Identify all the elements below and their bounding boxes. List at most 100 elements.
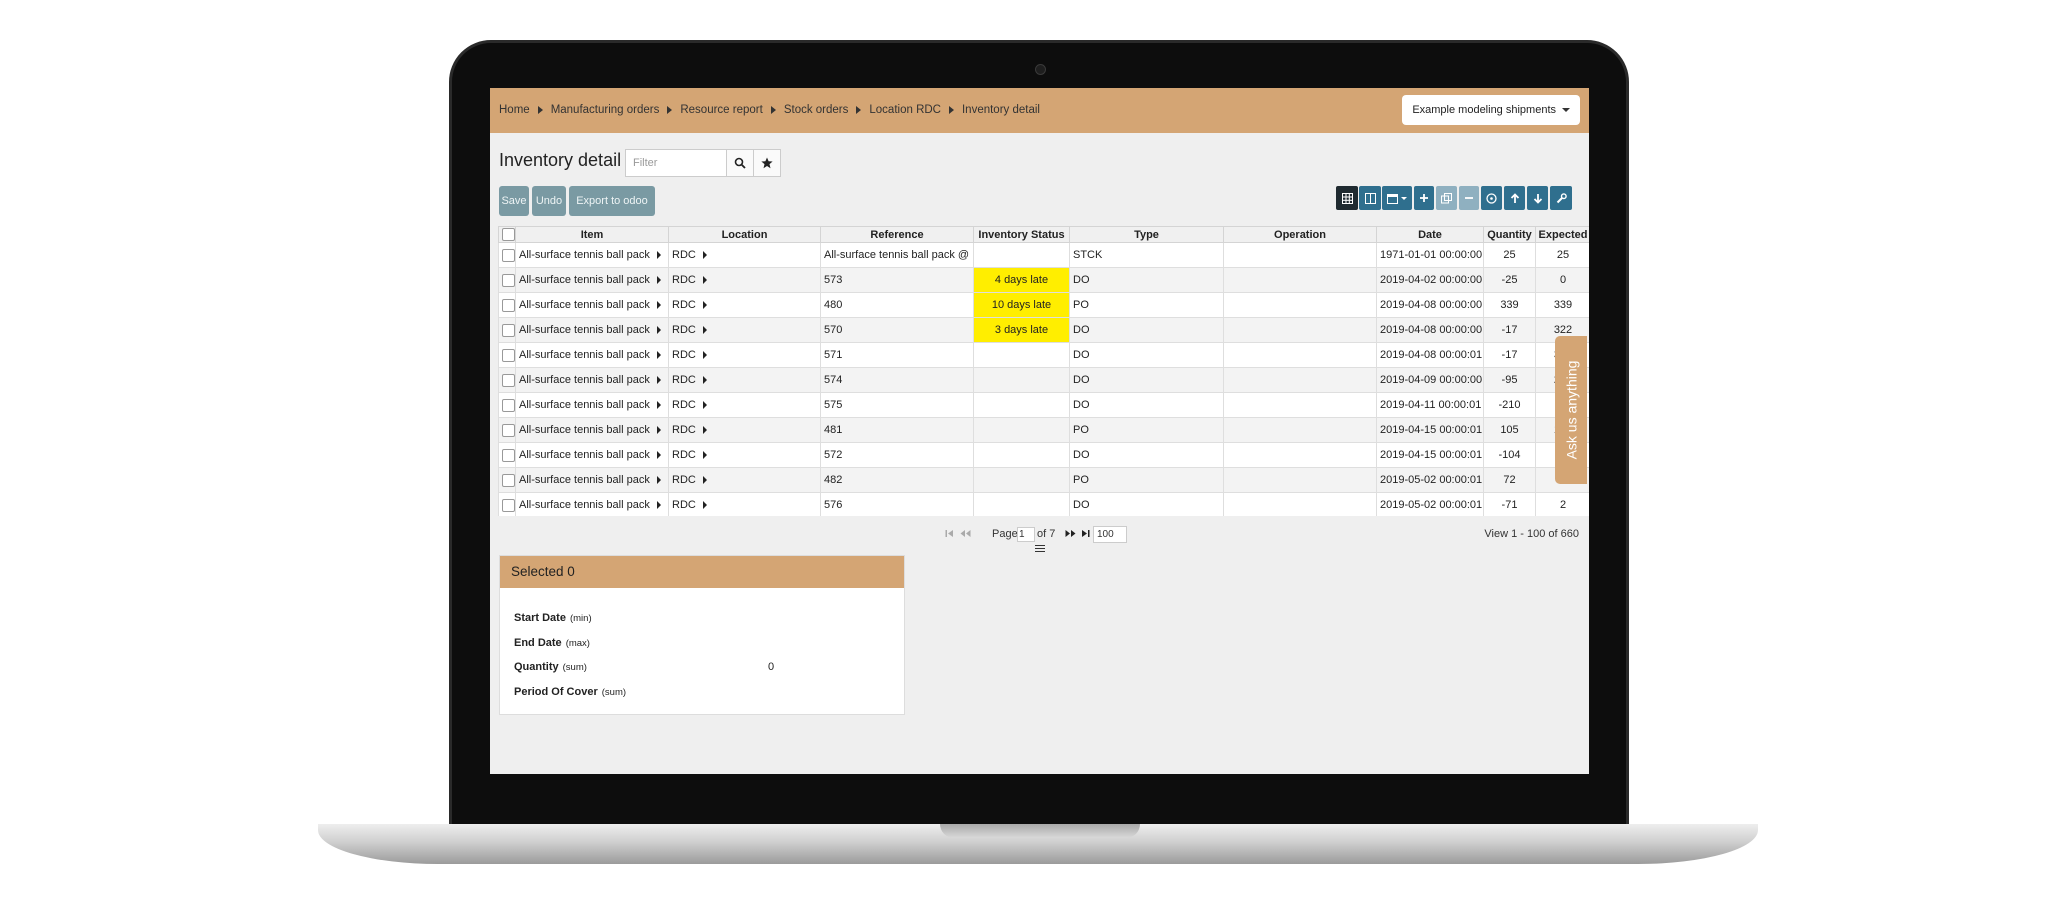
undo-button[interactable]: Undo: [532, 186, 566, 216]
drilldown-arrow-icon[interactable]: [702, 476, 707, 485]
cell-reference[interactable]: All-surface tennis ball pack @ RDC: [820, 242, 974, 268]
cell-item[interactable]: All-surface tennis ball pack: [515, 367, 669, 393]
cell-reference[interactable]: 574: [820, 367, 974, 393]
cell-quantity[interactable]: -95: [1483, 367, 1536, 393]
cell-inventory-status[interactable]: [973, 417, 1070, 443]
cell-quantity[interactable]: -17: [1483, 317, 1536, 343]
row-checkbox[interactable]: [498, 442, 516, 468]
cell-expected[interactable]: 25: [1535, 242, 1589, 268]
column-header-type[interactable]: Type: [1069, 226, 1224, 243]
cell-location[interactable]: RDC: [668, 392, 821, 418]
cell-expected[interactable]: 0: [1535, 267, 1589, 293]
cell-item[interactable]: All-surface tennis ball pack: [515, 417, 669, 443]
cell-reference[interactable]: 481: [820, 417, 974, 443]
column-header-item[interactable]: Item: [515, 226, 669, 243]
table-row[interactable]: All-surface tennis ball pack RDC 575 DO 2019…: [498, 392, 1589, 418]
cell-inventory-status[interactable]: [973, 467, 1070, 493]
drilldown-arrow-icon[interactable]: [656, 376, 661, 385]
cell-item[interactable]: All-surface tennis ball pack: [515, 392, 669, 418]
cell-location[interactable]: RDC: [668, 317, 821, 343]
row-checkbox[interactable]: [498, 317, 516, 343]
table-row[interactable]: All-surface tennis ball pack RDC 481 PO 2019…: [498, 417, 1589, 443]
cell-type[interactable]: DO: [1069, 267, 1224, 293]
cell-item[interactable]: All-surface tennis ball pack: [515, 267, 669, 293]
breadcrumb-home[interactable]: Home: [499, 104, 530, 116]
grid-view-button[interactable]: [1336, 186, 1358, 210]
panel-splitter-handle[interactable]: [1035, 545, 1045, 553]
move-down-button[interactable]: [1527, 186, 1548, 210]
column-header-reference[interactable]: Reference: [820, 226, 974, 243]
drilldown-arrow-icon[interactable]: [656, 276, 661, 285]
scenario-dropdown[interactable]: Example modeling shipments: [1402, 95, 1580, 125]
cell-date[interactable]: 2019-04-15 00:00:01: [1376, 442, 1484, 468]
last-page-icon[interactable]: [1081, 529, 1090, 538]
favorite-button[interactable]: [753, 149, 781, 177]
cell-location[interactable]: RDC: [668, 442, 821, 468]
cell-operation[interactable]: [1223, 292, 1377, 318]
rows-per-page-input[interactable]: 100: [1093, 526, 1127, 543]
cell-operation[interactable]: [1223, 492, 1377, 516]
cell-date[interactable]: 2019-04-11 00:00:01: [1376, 392, 1484, 418]
breadcrumb-location-rdc[interactable]: Location RDC: [869, 104, 941, 116]
cell-reference[interactable]: 482: [820, 467, 974, 493]
drilldown-arrow-icon[interactable]: [702, 351, 707, 360]
drilldown-arrow-icon[interactable]: [702, 251, 707, 260]
cell-item[interactable]: All-surface tennis ball pack: [515, 492, 669, 516]
cell-quantity[interactable]: -25: [1483, 267, 1536, 293]
cell-type[interactable]: PO: [1069, 467, 1224, 493]
row-checkbox[interactable]: [498, 417, 516, 443]
cell-expected[interactable]: 2: [1535, 492, 1589, 516]
cell-item[interactable]: All-surface tennis ball pack: [515, 242, 669, 268]
cell-date[interactable]: 1971-01-01 00:00:00: [1376, 242, 1484, 268]
cell-location[interactable]: RDC: [668, 242, 821, 268]
cell-inventory-status[interactable]: [973, 492, 1070, 516]
drilldown-arrow-icon[interactable]: [656, 351, 661, 360]
drilldown-arrow-icon[interactable]: [656, 301, 661, 310]
cell-type[interactable]: DO: [1069, 342, 1224, 368]
cell-type[interactable]: PO: [1069, 417, 1224, 443]
first-page-icon[interactable]: [945, 529, 954, 538]
table-row[interactable]: All-surface tennis ball pack RDC 570 3 days…: [498, 317, 1589, 343]
table-row[interactable]: All-surface tennis ball pack RDC 571 DO 2019…: [498, 342, 1589, 368]
cell-type[interactable]: DO: [1069, 442, 1224, 468]
drilldown-arrow-icon[interactable]: [656, 451, 661, 460]
cell-reference[interactable]: 575: [820, 392, 974, 418]
row-checkbox[interactable]: [498, 342, 516, 368]
column-header-quantity[interactable]: Quantity: [1483, 226, 1536, 243]
cell-type[interactable]: PO: [1069, 292, 1224, 318]
cell-quantity[interactable]: 339: [1483, 292, 1536, 318]
breadcrumb-manufacturing-orders[interactable]: Manufacturing orders: [551, 104, 660, 116]
table-row[interactable]: All-surface tennis ball pack RDC 572 DO 2019…: [498, 442, 1589, 468]
cell-date[interactable]: 2019-04-08 00:00:00: [1376, 292, 1484, 318]
page-number-input[interactable]: 1: [1017, 527, 1035, 542]
add-button[interactable]: [1414, 186, 1434, 210]
cell-quantity[interactable]: -210: [1483, 392, 1536, 418]
cell-inventory-status[interactable]: 10 days late: [973, 292, 1070, 318]
cell-item[interactable]: All-surface tennis ball pack: [515, 292, 669, 318]
drilldown-arrow-icon[interactable]: [702, 401, 707, 410]
table-row[interactable]: All-surface tennis ball pack RDC 576 DO 2019…: [498, 492, 1589, 516]
cell-operation[interactable]: [1223, 417, 1377, 443]
cell-item[interactable]: All-surface tennis ball pack: [515, 317, 669, 343]
cell-type[interactable]: DO: [1069, 392, 1224, 418]
cell-operation[interactable]: [1223, 467, 1377, 493]
previous-page-icon[interactable]: [960, 529, 971, 538]
cell-quantity[interactable]: -104: [1483, 442, 1536, 468]
drilldown-arrow-icon[interactable]: [702, 426, 707, 435]
cell-type[interactable]: DO: [1069, 317, 1224, 343]
row-checkbox[interactable]: [498, 492, 516, 516]
next-page-icon[interactable]: [1065, 529, 1076, 538]
cell-reference[interactable]: 480: [820, 292, 974, 318]
cell-inventory-status[interactable]: [973, 442, 1070, 468]
cell-operation[interactable]: [1223, 367, 1377, 393]
table-row[interactable]: All-surface tennis ball pack RDC 480 10 day…: [498, 292, 1589, 318]
row-checkbox[interactable]: [498, 267, 516, 293]
delete-button[interactable]: [1459, 186, 1479, 210]
cell-location[interactable]: RDC: [668, 342, 821, 368]
cell-date[interactable]: 2019-04-02 00:00:00: [1376, 267, 1484, 293]
drilldown-arrow-icon[interactable]: [702, 501, 707, 510]
cell-date[interactable]: 2019-04-09 00:00:00: [1376, 367, 1484, 393]
ask-us-anything-tab[interactable]: Ask us anything: [1555, 336, 1587, 484]
column-header-date[interactable]: Date: [1376, 226, 1484, 243]
cell-quantity[interactable]: -71: [1483, 492, 1536, 516]
